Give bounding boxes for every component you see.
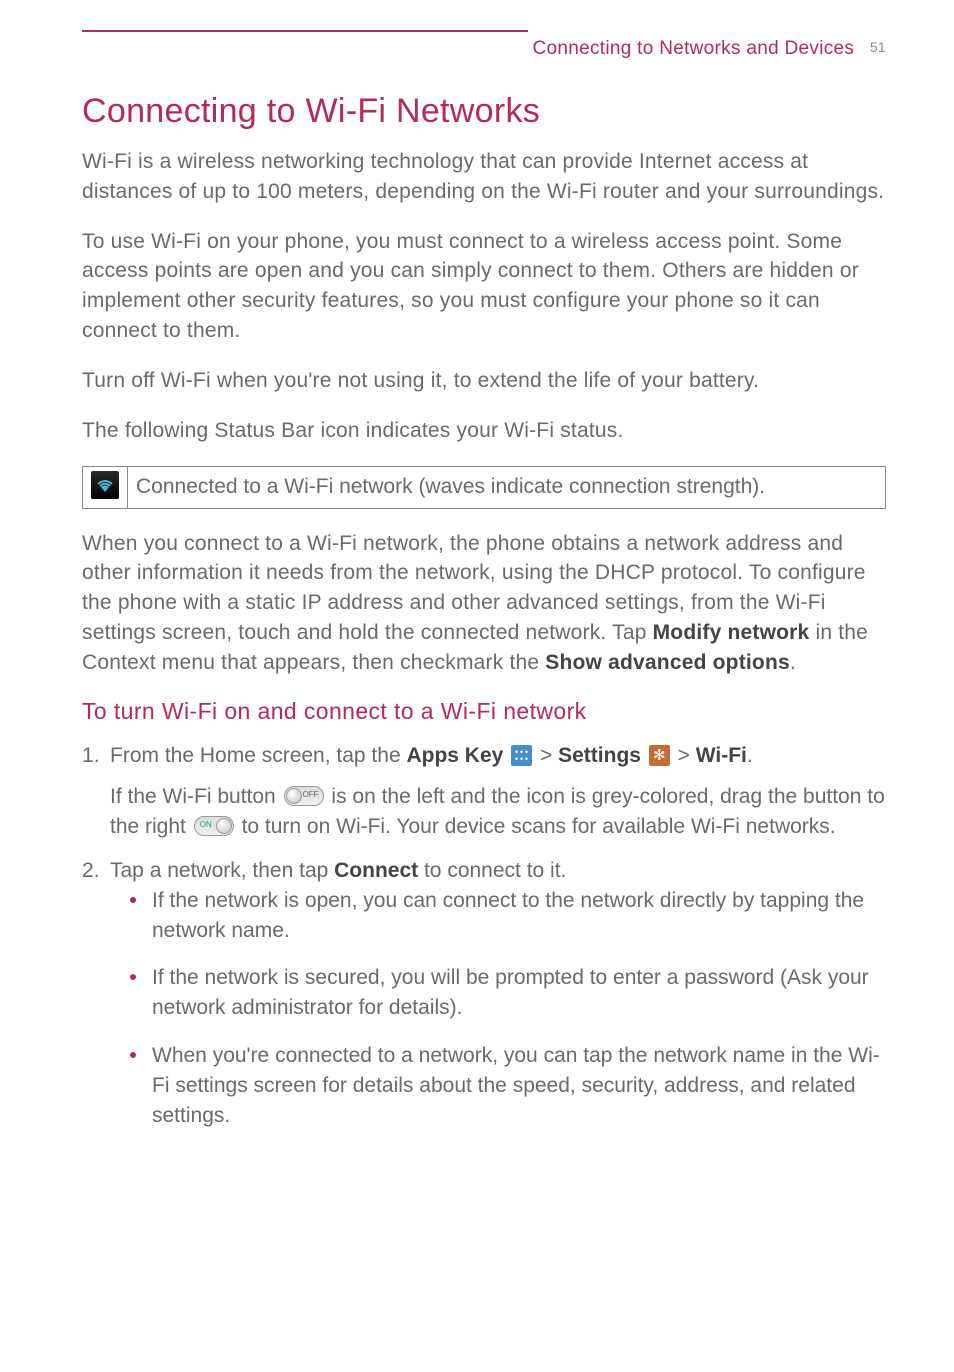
table-row: Connected to a Wi-Fi network (waves indi…: [83, 466, 886, 508]
list-item: If the network is secured, you will be p…: [130, 963, 886, 1023]
step2-pre: Tap a network, then tap: [110, 859, 334, 882]
apps-key-label: Apps Key: [406, 744, 503, 767]
step1-end: .: [747, 744, 753, 767]
step1-sub-mid2: to turn on Wi-Fi. Your device scans for …: [242, 815, 836, 838]
list-item: If the network is open, you can connect …: [130, 886, 886, 946]
connect-label: Connect: [334, 859, 418, 882]
settings-icon: ✻: [649, 745, 670, 766]
step1-sub-pre: If the Wi-Fi button: [110, 785, 282, 808]
settings-label: Settings: [558, 744, 641, 767]
step2-post: to connect to it.: [418, 859, 566, 882]
dhcp-paragraph: When you connect to a Wi-Fi network, the…: [82, 529, 886, 678]
step1-sep2: >: [672, 744, 696, 767]
list-item: When you're connected to a network, you …: [130, 1041, 886, 1130]
list-item: From the Home screen, tap the Apps Key >…: [82, 741, 886, 842]
wifi-toggle-on-icon: ON: [194, 816, 234, 836]
header-text: Connecting to Networks and Devices 51: [528, 30, 886, 60]
intro-paragraph-2: To use Wi-Fi on your phone, you must con…: [82, 227, 886, 346]
wifi-label: Wi-Fi: [696, 744, 747, 767]
intro-paragraph-1: Wi-Fi is a wireless networking technolog…: [82, 147, 886, 207]
apps-key-icon: [511, 745, 532, 766]
status-icon-cell: [83, 466, 128, 508]
page-number: 51: [870, 39, 886, 55]
step1-sub: If the Wi-Fi button OFF is on the left a…: [110, 782, 886, 842]
wifi-status-icon: [91, 471, 119, 499]
modify-network-label: Modify network: [653, 621, 810, 644]
step2-bullets: If the network is open, you can connect …: [110, 886, 886, 1131]
wifi-toggle-off-icon: OFF: [284, 786, 324, 806]
page-title: Connecting to Wi-Fi Networks: [82, 92, 886, 131]
page-container: Connecting to Networks and Devices 51 Co…: [0, 0, 954, 1189]
list-item: Tap a network, then tap Connect to conne…: [82, 856, 886, 1131]
dhcp-tail: .: [790, 651, 796, 674]
intro-paragraph-3: Turn off Wi-Fi when you're not using it,…: [82, 366, 886, 396]
step1-pre: From the Home screen, tap the: [110, 744, 406, 767]
status-text-cell: Connected to a Wi-Fi network (waves indi…: [128, 466, 886, 508]
steps-list: From the Home screen, tap the Apps Key >…: [82, 741, 886, 1131]
section-title: Connecting to Networks and Devices: [532, 38, 854, 59]
intro-paragraph-4: The following Status Bar icon indicates …: [82, 416, 886, 446]
status-icon-table: Connected to a Wi-Fi network (waves indi…: [82, 466, 886, 509]
show-advanced-label: Show advanced options: [545, 651, 790, 674]
header-rule: Connecting to Networks and Devices 51: [82, 30, 886, 32]
subheading: To turn Wi-Fi on and connect to a Wi-Fi …: [82, 698, 886, 725]
step1-sep1: >: [534, 744, 558, 767]
